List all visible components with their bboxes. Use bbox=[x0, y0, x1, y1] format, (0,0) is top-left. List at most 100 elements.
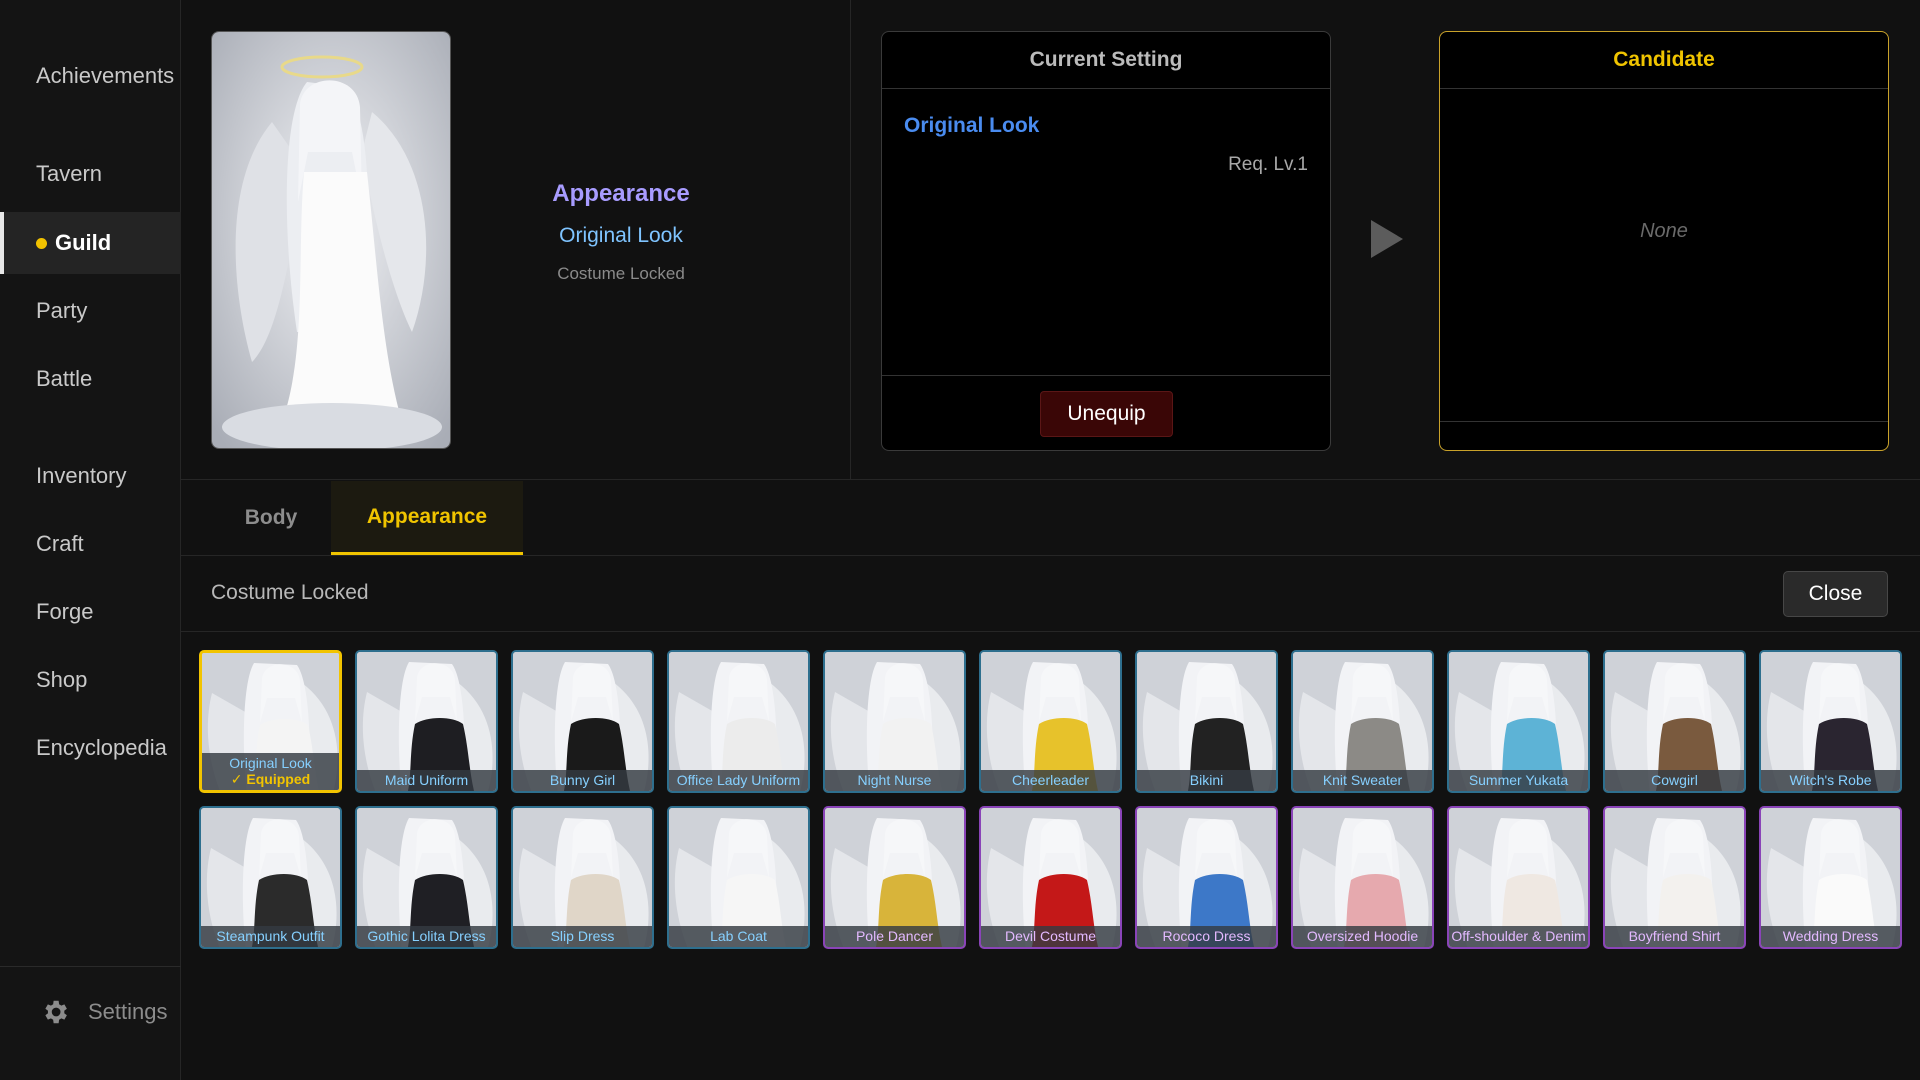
costume-card[interactable]: Off-shoulder & Denim bbox=[1447, 806, 1590, 949]
current-costume-name: Original Look bbox=[904, 114, 1040, 137]
close-button[interactable]: Close bbox=[1783, 571, 1888, 617]
character-summary: Appearance Original Look Costume Locked bbox=[181, 0, 851, 480]
sidebar-item-guild[interactable]: Guild bbox=[0, 212, 181, 274]
sidebar-item-encyclopedia[interactable]: Encyclopedia bbox=[0, 717, 181, 779]
sidebar-item-shop[interactable]: Shop bbox=[0, 649, 181, 711]
costume-caption: Steampunk Outfit bbox=[201, 926, 340, 947]
costume-grid: Original Look ✓ Equipped Maid Uniform Bunny… bbox=[199, 650, 1919, 950]
sidebar-item-label: Battle bbox=[36, 366, 93, 391]
costume-caption: Original Look ✓ Equipped bbox=[202, 753, 339, 790]
sidebar-item-label: Craft bbox=[36, 531, 84, 556]
play-arrow-icon bbox=[1371, 220, 1403, 258]
sidebar-item-tavern[interactable]: Tavern bbox=[0, 143, 181, 205]
level-requirement: Req. Lv.1 bbox=[1228, 154, 1308, 175]
costume-name: Rococo Dress bbox=[1162, 928, 1251, 944]
costume-caption: Maid Uniform bbox=[357, 770, 496, 791]
costume-caption: Witch's Robe bbox=[1761, 770, 1900, 791]
costume-card[interactable]: Office Lady Uniform bbox=[667, 650, 810, 793]
candidate-footer bbox=[1440, 421, 1888, 450]
sidebar-footer: Settings bbox=[0, 966, 181, 1080]
costume-card[interactable]: Oversized Hoodie bbox=[1291, 806, 1434, 949]
sidebar: Achievements Tavern Guild Party Battle I… bbox=[0, 0, 181, 1080]
costume-caption: Gothic Lolita Dress bbox=[357, 926, 496, 947]
costume-caption: Lab Coat bbox=[669, 926, 808, 947]
costume-name: Pole Dancer bbox=[855, 928, 934, 944]
costume-caption: Bikini bbox=[1137, 770, 1276, 791]
costume-name: Boyfriend Shirt bbox=[1628, 928, 1721, 944]
top-panel: Appearance Original Look Costume Locked … bbox=[181, 0, 1920, 480]
costume-name: Maid Uniform bbox=[384, 772, 469, 788]
costume-card[interactable]: Night Nurse bbox=[823, 650, 966, 793]
candidate-title: Candidate bbox=[1440, 32, 1888, 89]
costume-caption: Off-shoulder & Denim bbox=[1449, 926, 1588, 947]
sidebar-item-label: Shop bbox=[36, 667, 88, 692]
sidebar-item-forge[interactable]: Forge bbox=[0, 581, 181, 643]
costume-name: Wedding Dress bbox=[1782, 928, 1879, 944]
costume-name: Bunny Girl bbox=[549, 772, 616, 788]
costume-name: Oversized Hoodie bbox=[1306, 928, 1419, 944]
costume-card[interactable]: Knit Sweater bbox=[1291, 650, 1434, 793]
costume-card[interactable]: Gothic Lolita Dress bbox=[355, 806, 498, 949]
sidebar-item-label: Tavern bbox=[36, 161, 103, 186]
active-dot-icon bbox=[36, 237, 47, 249]
costume-card[interactable]: Boyfriend Shirt bbox=[1603, 806, 1746, 949]
tab-appearance[interactable]: Appearance bbox=[331, 481, 523, 555]
costume-caption: Pole Dancer bbox=[825, 926, 964, 947]
costume-caption: Office Lady Uniform bbox=[669, 770, 808, 791]
costume-card[interactable]: Cheerleader bbox=[979, 650, 1122, 793]
costume-card[interactable]: Rococo Dress bbox=[1135, 806, 1278, 949]
unequip-button[interactable]: Unequip bbox=[1040, 391, 1173, 437]
costume-card[interactable]: Steampunk Outfit bbox=[199, 806, 342, 949]
summary-heading: Appearance bbox=[552, 180, 690, 207]
costume-toolbar: Costume Locked Close bbox=[181, 557, 1920, 632]
sidebar-item-craft[interactable]: Craft bbox=[0, 513, 181, 575]
costume-name: Cowgirl bbox=[1651, 772, 1698, 788]
sidebar-item-party[interactable]: Party bbox=[0, 280, 181, 342]
gear-icon bbox=[45, 1000, 67, 1024]
costume-card[interactable]: Bikini bbox=[1135, 650, 1278, 793]
costume-card[interactable]: Pole Dancer bbox=[823, 806, 966, 949]
sidebar-item-battle[interactable]: Battle bbox=[0, 348, 181, 410]
costume-card[interactable]: Maid Uniform bbox=[355, 650, 498, 793]
character-portrait bbox=[211, 31, 451, 449]
costume-card[interactable]: Wedding Dress bbox=[1759, 806, 1902, 949]
costume-caption: Oversized Hoodie bbox=[1293, 926, 1432, 947]
costume-caption: Cheerleader bbox=[981, 770, 1120, 791]
costume-caption: Bunny Girl bbox=[513, 770, 652, 791]
costume-caption: Slip Dress bbox=[513, 926, 652, 947]
costume-name: Lab Coat bbox=[710, 928, 767, 944]
costume-caption: Night Nurse bbox=[825, 770, 964, 791]
sidebar-item-label: Inventory bbox=[36, 463, 127, 488]
costume-card[interactable]: Summer Yukata bbox=[1447, 650, 1590, 793]
settings-button[interactable]: Settings bbox=[40, 997, 168, 1027]
current-setting-footer: Unequip bbox=[882, 375, 1330, 450]
costume-name: Summer Yukata bbox=[1468, 772, 1569, 788]
summary-status: Costume Locked bbox=[557, 264, 685, 283]
sidebar-item-achievements[interactable]: Achievements bbox=[0, 45, 181, 107]
costume-card[interactable]: Original Look ✓ Equipped bbox=[199, 650, 342, 793]
costume-name: Devil Costume bbox=[1004, 928, 1097, 944]
main-area: Appearance Original Look Costume Locked … bbox=[181, 0, 1920, 1080]
costume-card[interactable]: Bunny Girl bbox=[511, 650, 654, 793]
current-setting-title: Current Setting bbox=[882, 32, 1330, 89]
costume-caption: Cowgirl bbox=[1605, 770, 1744, 791]
summary-current-look: Original Look bbox=[559, 224, 683, 247]
costume-caption: Devil Costume bbox=[981, 926, 1120, 947]
sidebar-item-inventory[interactable]: Inventory bbox=[0, 445, 181, 507]
costume-card[interactable]: Lab Coat bbox=[667, 806, 810, 949]
candidate-value: None bbox=[1640, 220, 1688, 242]
costume-caption: Boyfriend Shirt bbox=[1605, 926, 1744, 947]
sidebar-item-label: Achievements bbox=[36, 63, 175, 88]
costume-name: Original Look bbox=[229, 755, 312, 771]
costume-card[interactable]: Slip Dress bbox=[511, 806, 654, 949]
costume-name: Knit Sweater bbox=[1322, 772, 1403, 788]
sidebar-item-label: Forge bbox=[36, 599, 94, 624]
costume-card[interactable]: Witch's Robe bbox=[1759, 650, 1902, 793]
sidebar-item-label: Guild bbox=[55, 230, 112, 255]
costume-card[interactable]: Cowgirl bbox=[1603, 650, 1746, 793]
costume-name: Bikini bbox=[1189, 772, 1224, 788]
app-root: Achievements Tavern Guild Party Battle I… bbox=[0, 0, 1920, 1080]
costume-card[interactable]: Devil Costume bbox=[979, 806, 1122, 949]
equipped-badge: ✓ Equipped bbox=[230, 771, 311, 787]
costume-name: Steampunk Outfit bbox=[216, 928, 325, 944]
